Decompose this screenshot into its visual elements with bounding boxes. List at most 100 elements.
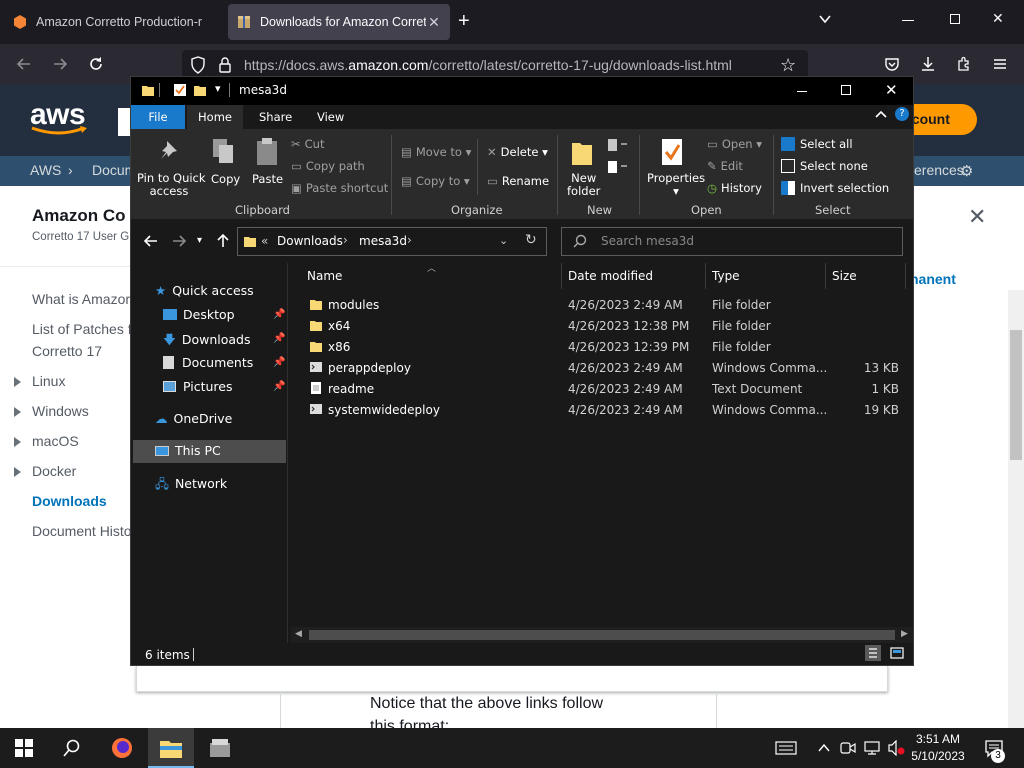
app-installer-icon[interactable]	[206, 734, 234, 762]
new-item-icon[interactable]	[607, 137, 629, 155]
edit-button[interactable]: ✎ Edit	[707, 159, 743, 173]
clock-date[interactable]: 5/10/2023	[908, 749, 968, 763]
tracking-shield-icon[interactable]	[190, 56, 206, 74]
preferences-link[interactable]: erences	[914, 162, 964, 178]
url-text[interactable]: https://docs.aws.amazon.com/corretto/lat…	[244, 57, 732, 73]
address-part-downloads[interactable]: Downloads	[277, 234, 343, 248]
paste-button[interactable]: Paste	[252, 172, 283, 186]
forward-arrow-icon[interactable]	[48, 52, 72, 76]
new-folder-icon[interactable]	[193, 83, 207, 97]
forward-arrow-icon[interactable]	[171, 233, 187, 249]
invert-selection-button[interactable]: Invert selection	[781, 181, 889, 195]
bookmark-star-icon[interactable]: ☆	[780, 55, 796, 76]
up-arrow-icon[interactable]	[215, 233, 231, 249]
divider[interactable]	[825, 263, 826, 289]
large-icons-view-icon[interactable]	[889, 645, 905, 661]
copy-button[interactable]: Copy	[211, 172, 240, 186]
cut-button[interactable]: ✂ Cut	[291, 137, 324, 151]
nav-what-is-amazon[interactable]: What is Amazor	[32, 291, 130, 307]
lock-icon[interactable]	[218, 56, 232, 74]
column-date-modified[interactable]: Date modified	[568, 269, 653, 283]
new-folder-button[interactable]: New folder	[567, 172, 600, 198]
pin-to-quick-access-button[interactable]: Pin to Quick access	[137, 172, 206, 198]
aws-logo[interactable]: aws	[30, 98, 88, 136]
copy-path-button[interactable]: ▭ Copy path	[291, 159, 365, 173]
column-name[interactable]: Name	[307, 269, 342, 283]
move-to-button[interactable]: ▤ Move to ▾	[401, 145, 471, 159]
tab-list-chevron-icon[interactable]	[818, 12, 832, 26]
nav-list-of-patches[interactable]: List of Patches f	[32, 321, 132, 337]
file-name[interactable]: systemwidedeploy	[328, 403, 440, 417]
horizontal-scrollbar-thumb[interactable]	[309, 630, 895, 640]
tab-home[interactable]: Home	[187, 105, 243, 129]
column-type[interactable]: Type	[712, 269, 740, 283]
new-tab-icon[interactable]: +	[458, 10, 470, 33]
windows-start-icon[interactable]	[10, 734, 38, 762]
easy-access-icon[interactable]	[607, 159, 629, 177]
menu-hamburger-icon[interactable]	[988, 52, 1012, 76]
search-icon[interactable]	[58, 734, 86, 762]
reload-icon[interactable]	[84, 52, 108, 76]
scroll-left-icon[interactable]: ◀	[295, 629, 302, 639]
address-part-mesa3d[interactable]: mesa3d	[359, 234, 407, 248]
divider[interactable]	[561, 263, 562, 289]
nav-docker[interactable]: Docker	[14, 463, 76, 479]
file-name[interactable]: modules	[328, 298, 379, 312]
delete-button[interactable]: ✕ Delete ▾	[487, 145, 548, 159]
breadcrumb-aws[interactable]: AWS	[30, 162, 61, 178]
keyboard-icon[interactable]	[772, 734, 800, 762]
minimize-icon[interactable]	[797, 91, 807, 92]
page-scrollbar-thumb[interactable]	[1010, 330, 1022, 460]
tab-file[interactable]: File	[131, 105, 185, 129]
nav-document-history[interactable]: Document Histo	[32, 523, 132, 539]
firefox-icon[interactable]	[108, 734, 136, 762]
details-view-icon[interactable]	[865, 645, 881, 661]
nav-linux[interactable]: Linux	[14, 373, 65, 389]
restore-icon[interactable]	[950, 14, 960, 24]
select-all-button[interactable]: Select all	[781, 137, 853, 151]
nav-onedrive[interactable]: ☁ OneDrive	[155, 411, 232, 426]
file-explorer-icon[interactable]	[157, 734, 185, 762]
gear-icon[interactable]: ⚙	[960, 162, 973, 180]
browser-tab-downloads[interactable]: Downloads for Amazon Corretto ✕	[228, 4, 450, 40]
open-button[interactable]: ▭ Open ▾	[707, 137, 762, 151]
nav-documents[interactable]: Documents	[163, 355, 253, 370]
rename-button[interactable]: ▭ Rename	[487, 174, 549, 188]
close-nav-icon[interactable]: ✕	[968, 204, 986, 230]
pocket-icon[interactable]	[880, 52, 904, 76]
nav-pictures[interactable]: Pictures	[163, 379, 233, 394]
nav-list-of-patches-cont[interactable]: Corretto 17	[32, 343, 102, 359]
file-name[interactable]: perappdeploy	[328, 361, 411, 375]
file-name[interactable]: x86	[328, 340, 350, 354]
permanent-link[interactable]: nanent	[910, 271, 956, 287]
scroll-right-icon[interactable]: ▶	[901, 629, 908, 639]
nav-windows[interactable]: Windows	[14, 403, 89, 419]
column-size[interactable]: Size	[832, 269, 857, 283]
paste-shortcut-button[interactable]: ▣ Paste shortcut	[291, 181, 388, 195]
tab-close-icon[interactable]: ✕	[426, 14, 442, 31]
tab-share[interactable]: Share	[247, 105, 304, 129]
nav-macos[interactable]: macOS	[14, 433, 79, 449]
tab-view[interactable]: View	[305, 105, 356, 129]
nav-this-pc[interactable]: This PC	[155, 443, 221, 458]
minimize-icon[interactable]	[902, 20, 914, 21]
extensions-icon[interactable]	[952, 52, 976, 76]
maximize-icon[interactable]	[841, 85, 851, 95]
divider[interactable]	[905, 263, 906, 289]
nav-downloads[interactable]: 🡇 Downloads	[163, 331, 251, 352]
nav-downloads[interactable]: Downloads	[32, 493, 107, 509]
file-name[interactable]: x64	[328, 319, 350, 333]
downloads-arrow-icon[interactable]	[916, 52, 940, 76]
refresh-icon[interactable]: ↻	[525, 232, 537, 248]
collapse-ribbon-chevron-icon[interactable]	[875, 109, 887, 119]
clock-time[interactable]: 3:51 AM	[908, 732, 968, 746]
recent-locations-chevron-icon[interactable]: ▾	[197, 235, 202, 246]
nav-quick-access[interactable]: ★ Quick access	[155, 283, 254, 298]
address-dropdown-icon[interactable]: ⌄	[499, 234, 508, 247]
help-icon[interactable]: ?	[895, 107, 909, 121]
close-icon[interactable]: ✕	[885, 81, 898, 99]
back-arrow-icon[interactable]	[143, 233, 159, 249]
volume-muted-icon[interactable]	[882, 734, 910, 762]
history-button[interactable]: ◷ History	[707, 181, 762, 195]
address-overflow[interactable]: «	[261, 234, 268, 248]
